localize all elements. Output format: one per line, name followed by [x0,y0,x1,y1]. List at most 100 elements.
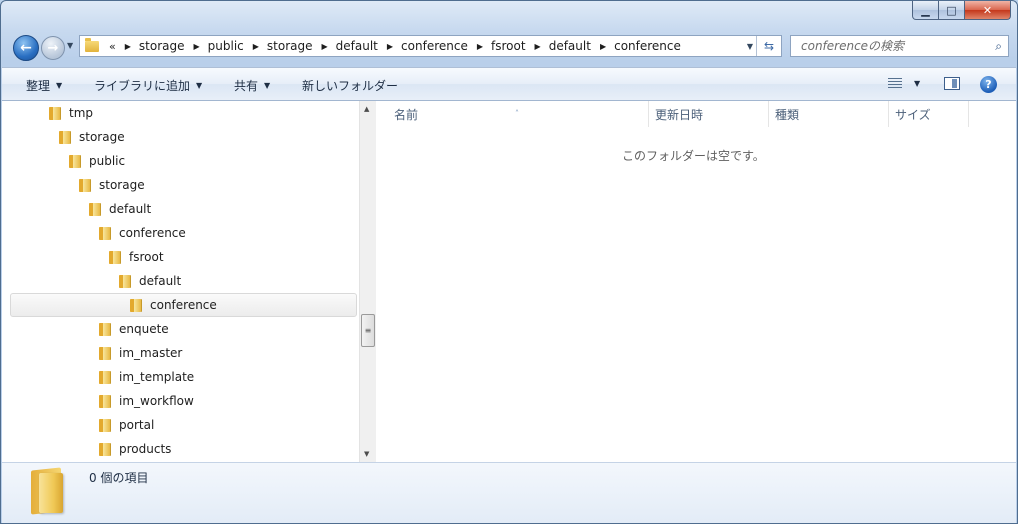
caption-buttons: ▁ □ ✕ [912,1,1011,21]
search-icon[interactable]: ⌕ [995,39,1002,54]
back-button[interactable]: ← [13,35,39,61]
tree-item-label: tmp [69,106,94,120]
add-to-library-button[interactable]: ライブラリに追加 ▼ [94,77,202,94]
scroll-up-arrow-icon[interactable]: ▲ [364,105,369,113]
folder-icon [29,467,69,515]
folder-icon [88,202,102,217]
breadcrumb-separator-icon[interactable]: ▶ [387,42,393,51]
folder-icon [68,154,82,169]
help-icon[interactable]: ? [980,76,997,93]
folder-icon [98,394,112,409]
tree-item[interactable]: conference [10,293,357,317]
item-count: 0 個の項目 [89,471,149,485]
navigation-pane[interactable]: tmp storage public storage default conference… [2,101,359,462]
file-list-pane[interactable]: 名前 ˄ 更新日時 種類 サイズ このフォルダーは空です。 [376,101,1016,462]
tree-item[interactable]: public [68,149,125,173]
tree-item[interactable]: tmp [48,101,93,125]
folder-icon [108,250,122,265]
breadcrumb-separator-icon[interactable]: ▶ [193,42,199,51]
tree-item[interactable]: products [98,437,171,461]
breadcrumb-item[interactable]: conference [401,39,468,53]
breadcrumb-item[interactable]: storage [267,39,313,53]
tree-item[interactable]: portal [98,413,154,437]
column-type-label: 種類 [775,108,800,122]
address-dropdown-button[interactable]: ▼ [747,42,753,51]
share-label: 共有 [234,79,259,93]
breadcrumb: ▶ storage ▶ public ▶ storage ▶ default ▶ conferen… [116,39,681,53]
column-modified-label: 更新日時 [655,108,704,122]
breadcrumb-item[interactable]: fsroot [491,39,526,53]
tree-item-label: conference [150,298,217,312]
address-bar[interactable]: « ▶ storage ▶ public ▶ storage ▶ default ▶ confer… [79,35,782,57]
tree-item[interactable]: enquete [98,317,169,341]
organize-label: 整理 [26,79,51,93]
views-icon[interactable] [888,78,902,89]
folder-icon [48,106,62,121]
share-button[interactable]: 共有 ▼ [234,77,270,94]
minimize-button[interactable]: ▁ [912,1,939,20]
tree-item-label: conference [119,226,186,240]
arrow-right-icon: → [47,40,59,56]
breadcrumb-separator-icon[interactable]: ▶ [253,42,259,51]
arrow-left-icon: ← [20,40,32,56]
column-header-type[interactable]: 種類 [769,101,889,127]
column-header-modified[interactable]: 更新日時 [649,101,769,127]
column-header-size[interactable]: サイズ [889,101,969,127]
breadcrumb-separator-icon[interactable]: ▶ [600,42,606,51]
tree-item[interactable]: fsroot [108,245,164,269]
breadcrumb-separator-icon[interactable]: ▶ [322,42,328,51]
preview-pane-icon[interactable] [944,77,960,90]
tree-item-label: im_workflow [119,394,194,408]
scroll-down-arrow-icon[interactable]: ▼ [364,450,369,458]
breadcrumb-item[interactable]: storage [139,39,185,53]
breadcrumb-separator-icon[interactable]: ▶ [477,42,483,51]
recent-pages-dropdown[interactable]: ▼ [67,41,73,50]
scrollbar-thumb[interactable]: ≡ [361,314,375,347]
folder-icon [98,226,112,241]
refresh-icon: ⇆ [763,39,775,53]
search-input[interactable] [799,38,983,54]
column-name-label: 名前 [394,108,419,122]
search-box[interactable]: ⌕ [790,35,1009,57]
folder-icon [98,370,112,385]
tree-item[interactable]: conference [98,221,186,245]
organize-button[interactable]: 整理 ▼ [26,77,62,94]
tree-item[interactable]: default [88,197,151,221]
tree-item[interactable]: im_workflow [98,389,194,413]
refresh-button[interactable]: ⇆ [756,36,781,56]
column-header-name[interactable]: 名前 ˄ [376,101,649,127]
navigation-scrollbar[interactable]: ▲ ≡ ▼ [359,101,376,462]
details-pane: 0 個の項目 [2,462,1016,523]
tree-item[interactable]: im_template [98,365,194,389]
views-dropdown-button[interactable]: ▼ [914,79,920,88]
folder-icon [98,418,112,433]
column-header-row: 名前 ˄ 更新日時 種類 サイズ [376,101,1016,127]
folder-icon [85,37,99,52]
breadcrumb-item[interactable]: conference [614,39,681,53]
chevron-down-icon: ▼ [264,81,271,90]
tree-item[interactable]: storage [78,173,145,197]
forward-button[interactable]: → [41,36,65,60]
tree-item[interactable]: default [118,269,181,293]
folder-icon [98,322,112,337]
breadcrumb-item[interactable]: default [336,39,378,53]
breadcrumb-separator-icon[interactable]: ▶ [125,42,131,51]
breadcrumb-overflow-button[interactable]: « [109,40,116,53]
maximize-button[interactable]: □ [939,1,965,20]
tree-item-label: fsroot [129,250,164,264]
tree-item-label: im_master [119,346,183,360]
tree-item-label: enquete [119,322,169,336]
tree-item[interactable]: im_master [98,341,182,365]
new-folder-button[interactable]: 新しいフォルダー [302,77,398,94]
breadcrumb-item[interactable]: default [549,39,591,53]
folder-icon [58,130,72,145]
empty-folder-message: このフォルダーは空です。 [622,149,765,163]
tree-item[interactable]: storage [58,125,125,149]
breadcrumb-item[interactable]: public [208,39,244,53]
close-button[interactable]: ✕ [965,1,1011,20]
tree-item-label: storage [99,178,145,192]
add-to-library-label: ライブラリに追加 [94,79,191,93]
tree-item-label: im_template [119,370,195,384]
breadcrumb-separator-icon[interactable]: ▶ [535,42,541,51]
tree-item-label: storage [79,130,125,144]
